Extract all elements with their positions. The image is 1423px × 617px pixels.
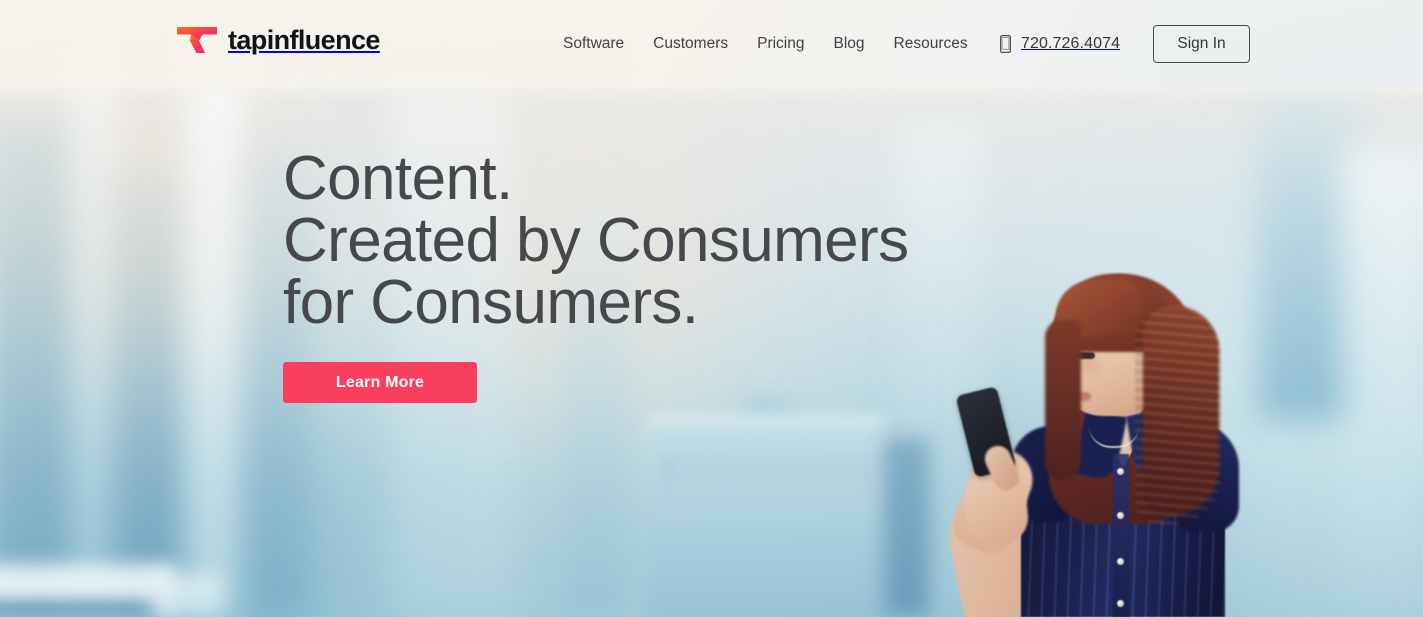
sign-in-button[interactable]: Sign In	[1153, 25, 1250, 63]
hair-strand-texture	[1135, 310, 1221, 524]
site-header: tapinfluence Software Customers Pricing …	[0, 0, 1423, 104]
phone-number-link[interactable]: 720.726.4074	[1000, 0, 1120, 88]
blouse-button	[1117, 512, 1124, 519]
blouse-button	[1117, 600, 1124, 607]
logo-home-link[interactable]: tapinfluence	[176, 26, 380, 54]
logo-wordmark: tapinfluence	[228, 24, 380, 55]
hero-headline-line-3: for Consumers.	[283, 268, 699, 337]
nav-item-software[interactable]: Software	[563, 35, 624, 53]
landing-page: tapinfluence Software Customers Pricing …	[0, 0, 1423, 617]
building-band-2	[70, 60, 116, 617]
hero-headline-line-1: Content.	[283, 144, 513, 213]
hero-content: Content. Created by Consumers for Consum…	[283, 148, 983, 403]
bottom-left-building-2	[150, 575, 220, 617]
nav-item-customers[interactable]: Customers	[653, 35, 728, 53]
woman-with-phone-photo-subject	[941, 240, 1275, 617]
building-band-3	[112, 170, 186, 617]
button-placket	[1113, 454, 1129, 617]
mobile-phone-icon	[1000, 35, 1011, 53]
blouse-button	[1117, 468, 1124, 475]
bottom-left-building-shadow	[0, 600, 160, 617]
phone-number-text: 720.726.4074	[1021, 35, 1121, 52]
tower-window-row	[668, 455, 864, 485]
hero-headline-line-2: Created by Consumers	[283, 206, 909, 275]
building-band-4	[186, 40, 244, 617]
building-band-10	[1340, 150, 1423, 617]
building-band-1	[0, 120, 80, 617]
learn-more-button[interactable]: Learn More	[283, 362, 477, 403]
hair-left-side	[1045, 320, 1081, 480]
primary-nav: Software Customers Pricing Blog Resource…	[563, 0, 968, 88]
blouse-button	[1117, 558, 1124, 565]
nav-item-pricing[interactable]: Pricing	[757, 35, 804, 53]
tap-checkmark-logo-icon	[177, 27, 217, 53]
hero-headline: Content. Created by Consumers for Consum…	[283, 148, 983, 334]
tower-right-face	[884, 438, 930, 617]
nav-item-blog[interactable]: Blog	[834, 35, 865, 53]
nav-item-resources[interactable]: Resources	[894, 35, 968, 53]
